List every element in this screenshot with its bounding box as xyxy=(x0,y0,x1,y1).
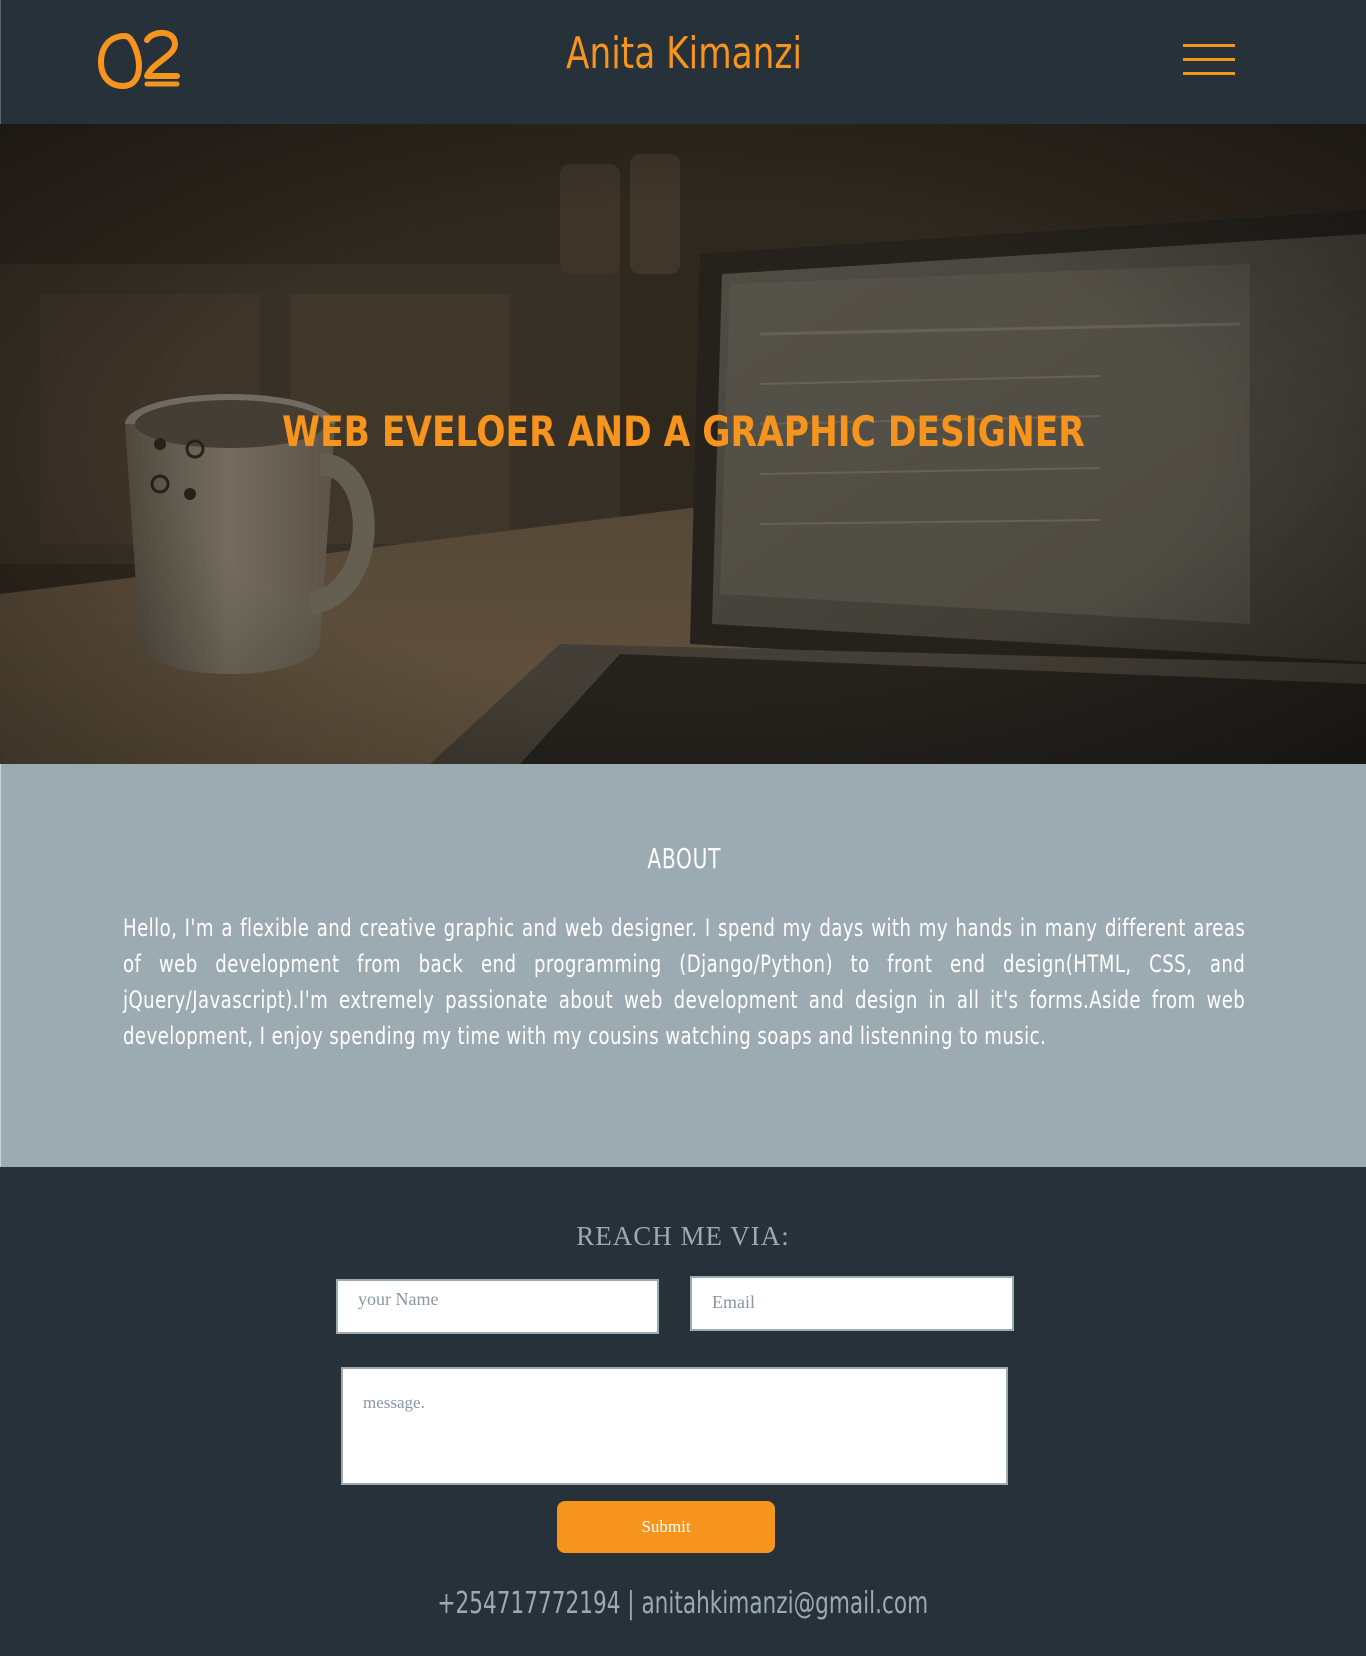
hamburger-menu-icon[interactable] xyxy=(1183,42,1235,78)
site-header: Anita Kimanzi xyxy=(0,0,1366,124)
email-placeholder: Email xyxy=(712,1292,755,1312)
submit-button[interactable]: Submit xyxy=(557,1501,775,1553)
about-section: ABOUT Hello, I'm a flexible and creative… xyxy=(0,764,1366,1167)
hero-heading: WEB EVELOER AND A GRAPHIC DESIGNER xyxy=(0,407,1366,456)
contact-section: REACH ME VIA: your Name Email message. S… xyxy=(0,1167,1366,1656)
name-input[interactable]: your Name xyxy=(336,1279,659,1334)
about-paragraph-text: Hello, I'm a flexible and creative graph… xyxy=(123,914,1246,1050)
hero-banner: WEB EVELOER AND A GRAPHIC DESIGNER xyxy=(0,124,1366,764)
message-placeholder: message. xyxy=(363,1393,425,1412)
site-title: Anita Kimanzi xyxy=(566,28,802,79)
email-input[interactable]: Email xyxy=(690,1276,1014,1331)
contact-info: +254717772194 | anitahkimanzi@gmail.com xyxy=(0,1586,1366,1621)
contact-title: REACH ME VIA: xyxy=(576,1221,790,1251)
about-paragraph: Hello, I'm a flexible and creative graph… xyxy=(123,910,1245,1054)
about-title-text: ABOUT xyxy=(647,842,721,875)
contact-info-text[interactable]: +254717772194 | anitahkimanzi@gmail.com xyxy=(438,1586,929,1621)
hero-heading-text: WEB EVELOER AND A GRAPHIC DESIGNER xyxy=(281,407,1085,456)
name-placeholder: your Name xyxy=(358,1289,439,1309)
message-textarea[interactable]: message. xyxy=(341,1367,1008,1485)
about-title: ABOUT xyxy=(1,842,1366,875)
